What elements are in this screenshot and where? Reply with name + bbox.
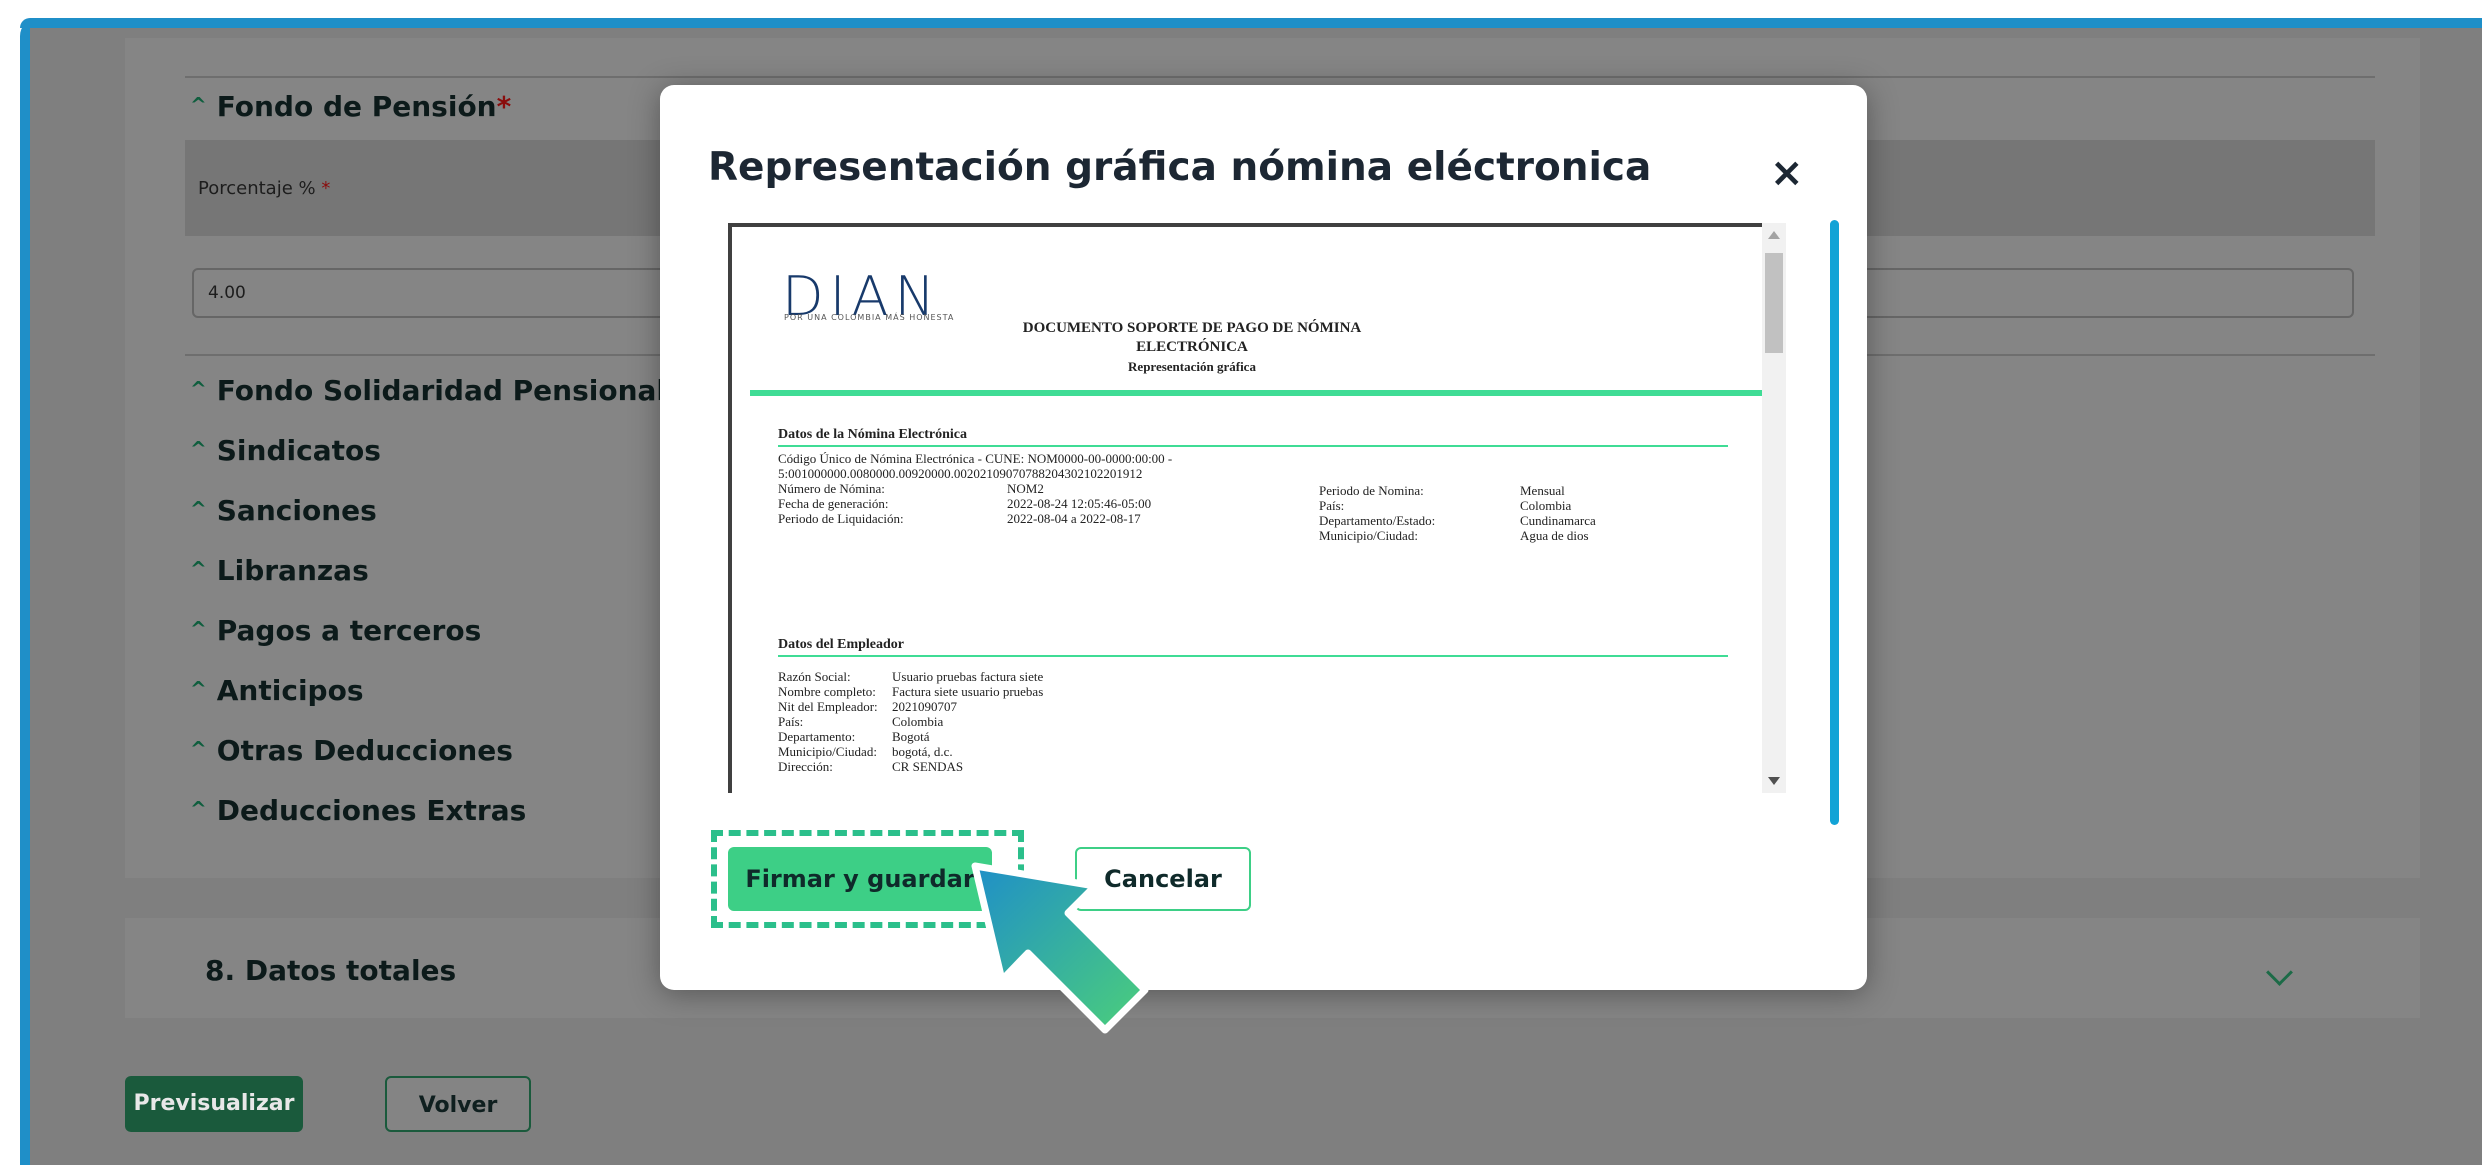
previsualizar-button[interactable]: Previsualizar — [125, 1076, 303, 1132]
field-value: 2022-08-24 12:05:46-05:00 — [1007, 496, 1152, 511]
cune-line: Código Único de Nómina Electrónica - CUN… — [778, 451, 1173, 466]
field-value: Mensual — [1520, 483, 1565, 498]
field-label: Periodo de Nomina: — [1319, 483, 1424, 498]
field-label: Fecha de generación: — [778, 496, 889, 511]
field-value: Usuario pruebas factura siete — [892, 669, 1044, 684]
document-subtitle: Representación gráfica — [1128, 359, 1256, 374]
section-deducciones-extras[interactable]: ^ Deducciones Extras — [190, 794, 526, 827]
field-value: Bogotá — [892, 729, 930, 744]
field-value: Colombia — [1520, 498, 1572, 513]
field-label: País: — [1319, 498, 1345, 513]
datos-totales-title: 8. Datos totales — [205, 954, 457, 987]
document-title: DOCUMENTO SOPORTE DE PAGO DE NÓMINA ELECT… — [1022, 320, 1362, 355]
caret-up-icon: ^ — [190, 617, 207, 641]
section-underline — [778, 655, 1728, 657]
section-pagos-terceros[interactable]: ^ Pagos a terceros — [190, 614, 481, 647]
volver-button[interactable]: Volver — [385, 1076, 531, 1132]
field-label: Nit del Empleador: — [778, 699, 878, 714]
document-viewer[interactable]: DIAN POR UNA COLOMBIA MÁS HONESTA DOCUME… — [728, 223, 1786, 793]
field-label: Departamento: — [778, 729, 856, 744]
field-value: Colombia — [892, 714, 944, 729]
field-value: Cundinamarca — [1520, 513, 1596, 528]
caret-up-icon: ^ — [190, 557, 207, 581]
divider — [185, 76, 2375, 78]
cune-line: 5:001000000.0080000.00920000.00202109070… — [778, 466, 1143, 481]
caret-up-icon: ^ — [190, 437, 207, 461]
caret-up-icon: ^ — [190, 797, 207, 821]
field-label: Municipio/Ciudad: — [778, 744, 877, 759]
field-label: Departamento/Estado: — [1319, 513, 1436, 528]
caret-up-icon: ^ — [190, 737, 207, 761]
section-libranzas[interactable]: ^ Libranzas — [190, 554, 369, 587]
field-label: Nombre completo: — [778, 684, 876, 699]
document-scrollbar[interactable] — [1762, 223, 1786, 793]
scroll-up-icon[interactable] — [1768, 231, 1780, 239]
field-value: Agua de dios — [1520, 528, 1589, 543]
modal-scrollbar[interactable] — [1830, 220, 1839, 825]
porcentaje-label: Porcentaje % * — [198, 178, 331, 199]
nomina-section-title: Datos de la Nómina Electrónica — [778, 427, 967, 442]
section-sanciones[interactable]: ^ Sanciones — [190, 494, 377, 527]
section-fondo-solidaridad[interactable]: ^ Fondo Solidaridad Pensional — [190, 374, 666, 407]
close-icon[interactable]: × — [1770, 153, 1804, 193]
section-otras-deducciones[interactable]: ^ Otras Deducciones — [190, 734, 513, 767]
field-label: Periodo de Liquidación: — [778, 511, 904, 526]
empleador-section-title: Datos del Empleador — [778, 637, 904, 652]
field-label: Número de Nómina: — [778, 481, 885, 496]
field-value: NOM2 — [1007, 481, 1044, 496]
field-value: Factura siete usuario pruebas — [892, 684, 1044, 699]
field-label: Razón Social: — [778, 669, 851, 684]
section-fondo-pension[interactable]: ^ Fondo de Pensión* — [190, 90, 511, 123]
scroll-thumb[interactable] — [1765, 253, 1783, 353]
field-label: Municipio/Ciudad: — [1319, 528, 1418, 543]
field-label: Dirección: — [778, 759, 833, 774]
green-divider — [750, 390, 1765, 396]
scroll-down-icon[interactable] — [1768, 777, 1780, 785]
field-value: CR SENDAS — [892, 759, 964, 774]
caret-up-icon: ^ — [190, 497, 207, 521]
modal-title: Representación gráfica nómina eléctronic… — [708, 145, 1652, 190]
caret-up-icon: ^ — [190, 93, 207, 117]
dian-logo-tagline: POR UNA COLOMBIA MÁS HONESTA — [784, 313, 955, 322]
field-value: 2021090707 — [892, 699, 957, 714]
firmar-guardar-button[interactable]: Firmar y guardar — [728, 847, 992, 911]
pointer-arrow-icon — [971, 862, 1149, 1034]
section-underline — [778, 445, 1728, 447]
field-value: bogotá, d.c. — [892, 744, 953, 759]
caret-up-icon: ^ — [190, 377, 207, 401]
section-anticipos[interactable]: ^ Anticipos — [190, 674, 364, 707]
field-label: País: — [778, 714, 804, 729]
section-sindicatos[interactable]: ^ Sindicatos — [190, 434, 381, 467]
field-value: 2022-08-04 a 2022-08-17 — [1007, 511, 1141, 526]
caret-up-icon: ^ — [190, 677, 207, 701]
